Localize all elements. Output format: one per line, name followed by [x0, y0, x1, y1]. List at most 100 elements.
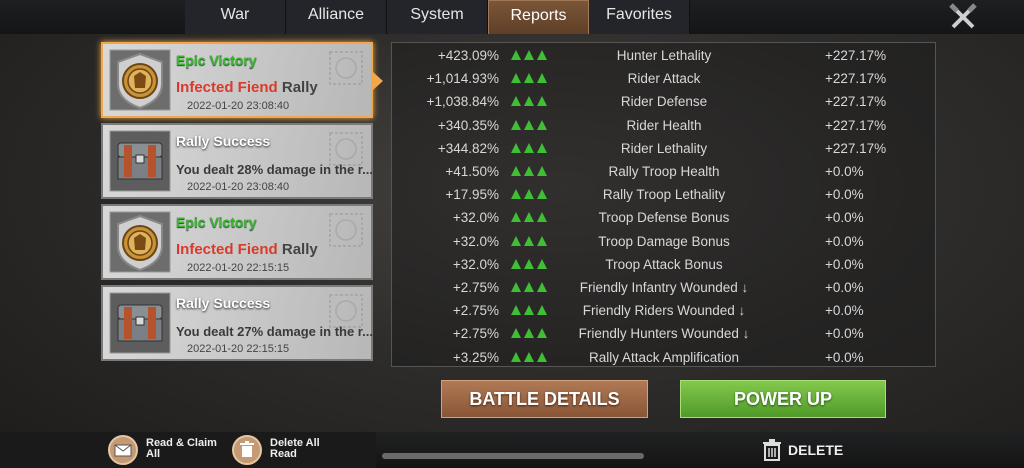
report-card[interactable]: Rally Success You dealt 28% damage in the…: [101, 123, 373, 199]
enemy-bonus-value: +227.17%: [825, 48, 887, 63]
stat-row: +32.0% Troop Defense Bonus +0.0%: [392, 206, 937, 229]
stat-row: +41.50% Rally Troop Health +0.0%: [392, 160, 937, 183]
close-icon[interactable]: [948, 2, 978, 32]
bottom-actions: Read & Claim All Delete All Read: [0, 432, 376, 468]
report-type: Rally: [277, 79, 318, 96]
tab-alliance[interactable]: Alliance: [286, 0, 387, 34]
enemy-bonus-value: +0.0%: [825, 233, 864, 249]
enemy-bonus-value: +0.0%: [825, 164, 864, 179]
my-bonus-value: +423.09%: [437, 48, 499, 63]
triple-up-arrow-icon: [511, 212, 547, 223]
triple-up-arrow-icon: [511, 119, 547, 130]
triple-up-arrow-icon: [511, 189, 547, 200]
triple-up-arrow-icon: [511, 142, 547, 153]
tab-war[interactable]: War: [185, 0, 286, 34]
report-subtitle: Infected Fiend Rally: [176, 241, 318, 258]
report-card[interactable]: Epic Victory Infected Fiend Rally 2022-01-…: [101, 42, 383, 118]
enemy-name: Infected Fiend: [176, 79, 278, 96]
stat-name: Rider Health: [626, 117, 702, 133]
chest-icon: [109, 130, 171, 192]
my-bonus-value: +3.25%: [452, 349, 499, 365]
report-title: Epic Victory: [176, 214, 257, 230]
report-timestamp: 2022-01-20 23:08:40: [187, 181, 290, 193]
stat-row: +2.75% Friendly Infantry Wounded ↓ +0.0%: [392, 276, 937, 299]
tab-favorites[interactable]: Favorites: [589, 0, 690, 34]
my-bonus-value: +1,014.93%: [426, 71, 499, 87]
my-bonus-value: +340.35%: [437, 117, 499, 133]
tab-reports[interactable]: Reports: [488, 0, 589, 34]
enemy-bonus-value: +0.0%: [825, 210, 864, 226]
tab-system[interactable]: System: [387, 0, 488, 34]
report-summary: You dealt 28% damage in the r...: [176, 162, 373, 177]
read-claim-all-label[interactable]: Read & Claim All: [146, 438, 236, 460]
trash-icon: [240, 441, 254, 457]
report-title: Rally Success: [176, 133, 271, 149]
envelope-icon: [114, 444, 132, 457]
stat-row: +32.0% Troop Damage Bonus +0.0%: [392, 230, 937, 253]
triple-up-arrow-icon: [511, 258, 547, 269]
my-bonus-value: +2.75%: [452, 326, 499, 342]
stat-name: Rally Troop Lethality: [602, 187, 726, 203]
enemy-bonus-value: +0.0%: [825, 349, 864, 365]
report-timestamp: 2022-01-20 23:08:40: [187, 100, 290, 112]
stat-name: Rider Defense: [620, 94, 708, 110]
triple-up-arrow-icon: [511, 73, 547, 84]
stat-name: Friendly Riders Wounded ↓: [582, 303, 746, 319]
triple-up-arrow-icon: [511, 328, 547, 339]
stat-name: Hunter Lethality: [616, 48, 712, 63]
enemy-bonus-value: +227.17%: [825, 94, 887, 110]
triple-up-arrow-icon: [511, 351, 547, 362]
battle-details-button[interactable]: BATTLE DETAILS: [441, 380, 648, 418]
bottom-bar: Read & Claim All Delete All Read DELETE: [0, 432, 1024, 468]
selection-arrow-icon: [373, 72, 383, 90]
trash-icon: [763, 439, 781, 461]
stat-name: Rally Attack Amplification: [588, 349, 740, 365]
stat-name: Troop Defense Bonus: [598, 210, 730, 226]
my-bonus-value: +1,038.84%: [426, 94, 499, 110]
stat-row: +2.75% Friendly Riders Wounded ↓ +0.0%: [392, 299, 937, 322]
report-subtitle: Infected Fiend Rally: [176, 79, 318, 96]
stat-row: +1,014.93% Rider Attack +227.17%: [392, 67, 937, 90]
stat-row: +344.82% Rider Lethality +227.17%: [392, 137, 937, 160]
my-bonus-value: +17.95%: [445, 187, 499, 203]
triple-up-arrow-icon: [511, 235, 547, 246]
report-title: Epic Victory: [176, 52, 257, 68]
triple-up-arrow-icon: [511, 166, 547, 176]
delete-all-read-label[interactable]: Delete All Read: [270, 438, 360, 460]
stat-name: Troop Attack Bonus: [605, 256, 723, 272]
gold-medal-icon: [109, 211, 171, 273]
my-bonus-value: +344.82%: [437, 140, 499, 156]
stat-row: +3.25% Rally Attack Amplification +0.0%: [392, 346, 937, 369]
report-card[interactable]: Epic Victory Infected Fiend Rally 2022-01-…: [101, 204, 373, 280]
my-bonus-value: +32.0%: [452, 233, 499, 249]
top-bar: War Alliance System Reports Favorites: [0, 0, 1024, 34]
report-type: Rally: [277, 241, 318, 258]
enemy-bonus-value: +0.0%: [825, 187, 864, 203]
stat-row: +423.09% Hunter Lethality +227.17%: [392, 44, 937, 67]
enemy-bonus-value: +0.0%: [825, 280, 864, 295]
chest-icon: [109, 292, 171, 354]
report-card[interactable]: Rally Success You dealt 27% damage in the…: [101, 285, 373, 361]
report-timestamp: 2022-01-20 22:15:15: [187, 343, 290, 355]
my-bonus-value: +2.75%: [452, 303, 499, 319]
enemy-bonus-value: +227.17%: [825, 117, 887, 133]
report-timestamp: 2022-01-20 22:15:15: [187, 262, 290, 274]
power-up-button[interactable]: POWER UP: [680, 380, 886, 418]
report-summary: You dealt 27% damage in the r...: [176, 324, 373, 339]
delete-all-read-button[interactable]: [232, 435, 262, 465]
stat-row: +32.0% Troop Attack Bonus +0.0%: [392, 253, 937, 276]
stat-name: Rider Lethality: [620, 140, 708, 156]
enemy-bonus-value: +0.0%: [825, 256, 864, 272]
my-bonus-value: +32.0%: [452, 210, 499, 226]
scrollbar[interactable]: [382, 453, 644, 459]
triple-up-arrow-icon: [511, 282, 547, 292]
read-claim-all-button[interactable]: [108, 435, 138, 465]
stat-row: +2.75% Friendly Hunters Wounded ↓ +0.0%: [392, 322, 937, 345]
stat-name: Rider Attack: [627, 71, 701, 87]
triple-up-arrow-icon: [511, 96, 547, 107]
stat-row: +340.35% Rider Health +227.17%: [392, 114, 937, 137]
report-title: Rally Success: [176, 295, 271, 311]
triple-up-arrow-icon: [511, 305, 547, 316]
my-bonus-value: +2.75%: [452, 280, 499, 295]
enemy-bonus-value: +227.17%: [825, 140, 887, 156]
